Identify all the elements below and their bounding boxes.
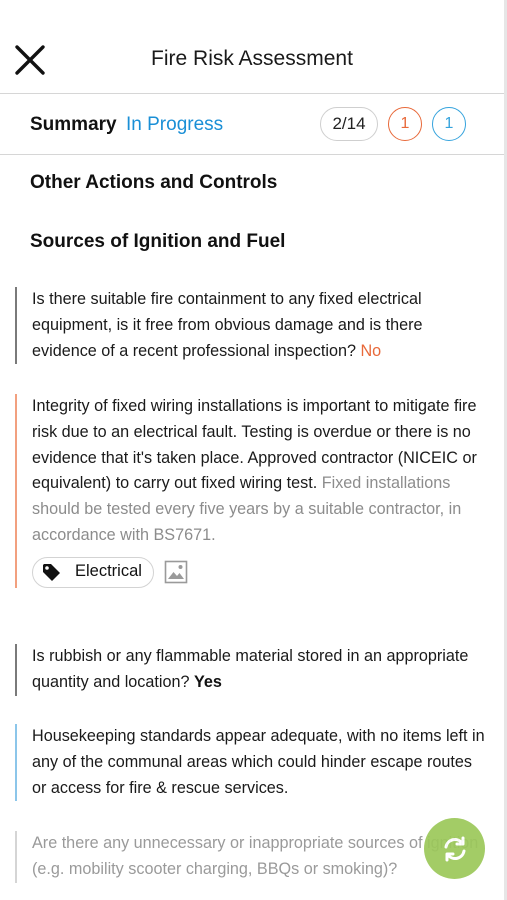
page-title: Fire Risk Assessment <box>151 47 353 70</box>
question-block[interactable]: Is there suitable fire containment to an… <box>15 287 485 365</box>
section-heading-other-actions[interactable]: Other Actions and Controls <box>30 172 277 194</box>
progress-count: 2/14 <box>320 107 378 141</box>
tag-label: Electrical <box>75 562 142 581</box>
answer-yes: Yes <box>194 672 222 691</box>
sync-button[interactable] <box>424 818 485 879</box>
orange-count-badge[interactable]: 1 <box>388 107 422 141</box>
note-text: Housekeeping standards appear adequate, … <box>32 727 485 797</box>
status-badge: In Progress <box>126 114 224 135</box>
app-header: Fire Risk Assessment <box>0 0 504 94</box>
tag-row: Electrical <box>32 556 485 588</box>
summary-label: Summary <box>30 114 117 135</box>
section-heading-ignition-fuel[interactable]: Sources of Ignition and Fuel <box>30 231 285 253</box>
question-block[interactable]: Is rubbish or any flammable material sto… <box>15 644 485 696</box>
answer-no: No <box>360 341 382 360</box>
tag-icon <box>43 564 60 582</box>
question-text: Is rubbish or any flammable material sto… <box>32 647 469 691</box>
action-block[interactable]: Integrity of fixed wiring installations … <box>15 394 485 588</box>
tag-electrical[interactable]: Electrical <box>32 556 154 588</box>
image-icon[interactable] <box>164 560 188 584</box>
question-text: Are there any unnecessary or inappropria… <box>32 834 479 878</box>
question-block[interactable]: Are there any unnecessary or inappropria… <box>15 831 485 883</box>
blue-count-badge[interactable]: 1 <box>432 107 466 141</box>
note-block[interactable]: Housekeeping standards appear adequate, … <box>15 724 485 802</box>
sync-icon <box>444 836 465 861</box>
summary-bar[interactable]: Summary In Progress 2/14 1 1 <box>0 95 504 155</box>
